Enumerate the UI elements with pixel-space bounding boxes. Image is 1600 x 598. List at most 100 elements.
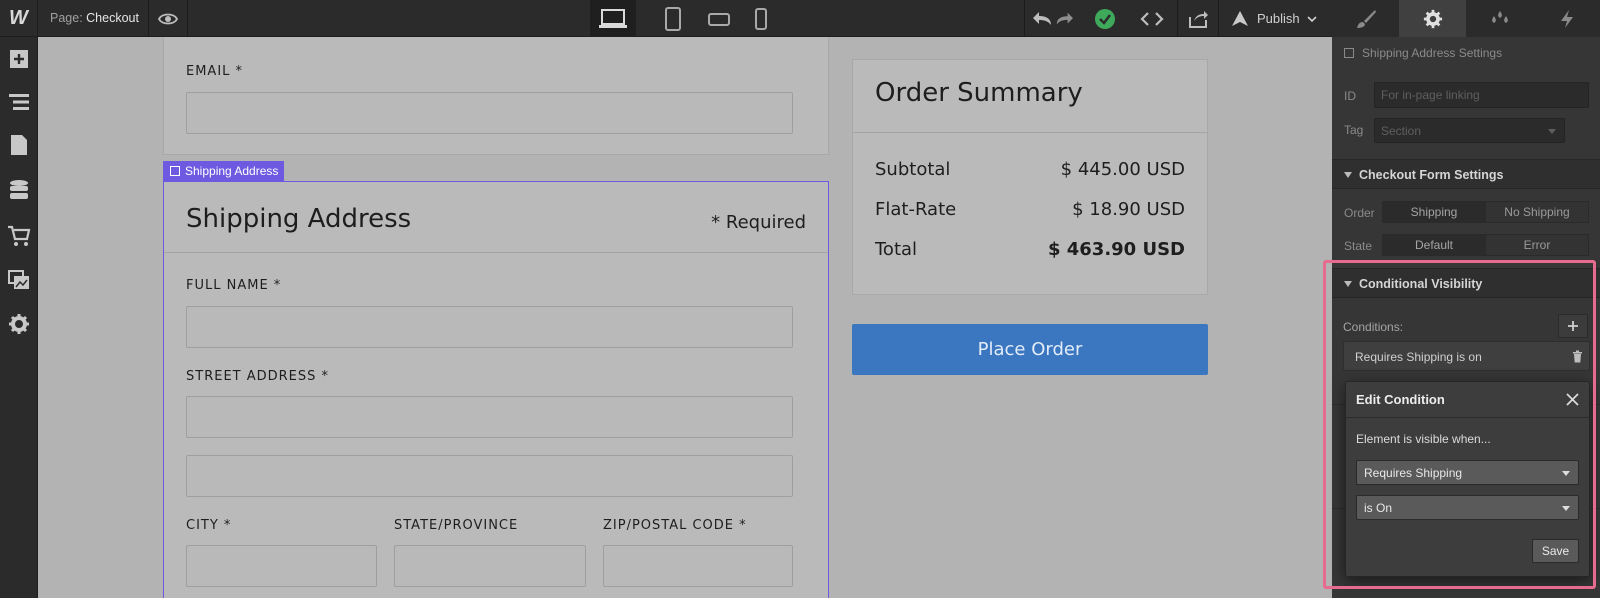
- tab-lightning[interactable]: [1533, 0, 1600, 37]
- condition-item[interactable]: Requires Shipping is on: [1343, 341, 1590, 371]
- undo-icon[interactable]: [1031, 0, 1055, 37]
- collapse-triangle-icon: [1344, 281, 1352, 287]
- section-icon: [170, 166, 180, 176]
- popup-header: Edit Condition: [1346, 382, 1589, 418]
- condition-field-select[interactable]: Requires Shipping: [1356, 460, 1579, 485]
- divider: [148, 0, 149, 37]
- selection-outline: [163, 181, 829, 598]
- eye-icon[interactable]: [150, 0, 186, 37]
- design-canvas[interactable]: EMAIL * Shipping Address * Required FULL…: [39, 37, 1332, 598]
- email-section[interactable]: EMAIL *: [163, 37, 829, 155]
- edit-condition-popup: Edit Condition Element is visible when..…: [1345, 381, 1590, 577]
- publish-label: Publish: [1257, 11, 1300, 26]
- cms-database-icon[interactable]: [0, 175, 38, 205]
- assets-icon[interactable]: [0, 265, 38, 295]
- order-summary-card[interactable]: Order Summary Subtotal $ 445.00 USD Flat…: [852, 59, 1208, 295]
- tab-interactions[interactable]: [1466, 0, 1533, 37]
- tab-settings[interactable]: [1399, 0, 1466, 37]
- drops-icon: [1491, 10, 1508, 23]
- order-toggle: Shipping No Shipping: [1382, 201, 1589, 223]
- condition-field-value: Requires Shipping: [1364, 466, 1463, 480]
- state-label: State: [1344, 239, 1373, 253]
- ecommerce-cart-icon[interactable]: [0, 221, 38, 251]
- page-prefix: Page:: [50, 11, 83, 25]
- conditional-visibility-header[interactable]: Conditional Visibility: [1332, 268, 1600, 298]
- brush-icon: [1356, 9, 1376, 28]
- conditional-visibility-title: Conditional Visibility: [1359, 277, 1483, 291]
- save-button[interactable]: Save: [1532, 539, 1579, 563]
- checkout-form-settings-title: Checkout Form Settings: [1359, 168, 1504, 182]
- navigator-icon[interactable]: [0, 87, 38, 117]
- tag-label: Tag: [1344, 123, 1364, 137]
- state-option-error[interactable]: Error: [1485, 235, 1588, 255]
- email-field[interactable]: [186, 92, 793, 134]
- divider: [187, 0, 188, 37]
- tag-select[interactable]: Section: [1374, 118, 1565, 143]
- page-name: Checkout: [86, 11, 139, 25]
- trash-icon[interactable]: [1572, 350, 1583, 363]
- state-toggle: Default Error: [1382, 234, 1589, 256]
- checkout-form-settings-header[interactable]: Checkout Form Settings: [1332, 159, 1600, 189]
- page-selector[interactable]: Page: Checkout: [50, 11, 139, 25]
- condition-operator-select[interactable]: is On: [1356, 495, 1579, 520]
- email-label: EMAIL *: [186, 64, 244, 79]
- selection-tag[interactable]: Shipping Address: [163, 161, 285, 181]
- panel-tabs: [1332, 0, 1600, 37]
- chevron-down-icon: [1548, 129, 1556, 134]
- flat-rate-label: Flat-Rate: [875, 199, 957, 220]
- mobile-landscape-view-icon[interactable]: [696, 0, 742, 37]
- webflow-designer: W Page: Checkout Publish EMAIL * Shippin…: [0, 0, 1600, 598]
- gear-icon: [1423, 9, 1442, 28]
- publish-button[interactable]: Publish: [1257, 11, 1317, 26]
- order-summary-title: Order Summary: [875, 78, 1083, 108]
- publish-rocket-icon[interactable]: [1229, 0, 1251, 37]
- chevron-down-icon: [1307, 16, 1317, 23]
- export-icon[interactable]: [1184, 0, 1212, 37]
- divider: [1218, 0, 1219, 37]
- subtotal-value: $ 445.00 USD: [1060, 159, 1185, 180]
- popup-subtitle: Element is visible when...: [1356, 432, 1491, 446]
- total-label: Total: [875, 239, 918, 260]
- desktop-view-icon[interactable]: [590, 0, 636, 37]
- top-toolbar: W Page: Checkout Publish: [0, 0, 1332, 37]
- add-elements-icon[interactable]: [0, 44, 38, 74]
- tag-select-value: Section: [1381, 124, 1422, 138]
- section-checkbox-icon: [1344, 48, 1354, 58]
- condition-text: Requires Shipping is on: [1355, 350, 1482, 364]
- tab-style[interactable]: [1332, 0, 1399, 37]
- chevron-down-icon: [1562, 471, 1570, 476]
- subtotal-label: Subtotal: [875, 159, 951, 180]
- section-settings-title: Shipping Address Settings: [1362, 46, 1503, 60]
- plus-icon: [1568, 321, 1578, 331]
- selection-tag-label: Shipping Address: [185, 164, 279, 178]
- redo-icon[interactable]: [1053, 0, 1075, 37]
- add-condition-button[interactable]: [1558, 314, 1588, 338]
- pages-icon[interactable]: [0, 130, 38, 160]
- id-label: ID: [1344, 89, 1356, 103]
- order-label: Order: [1344, 206, 1375, 220]
- divider: [853, 132, 1207, 133]
- order-option-no-shipping[interactable]: No Shipping: [1485, 202, 1588, 222]
- chevron-down-icon: [1562, 506, 1570, 511]
- id-input[interactable]: For in-page linking: [1374, 82, 1589, 108]
- left-sidebar: [0, 37, 38, 598]
- webflow-logo[interactable]: W: [0, 0, 38, 37]
- divider: [1177, 0, 1178, 37]
- divider: [1024, 0, 1025, 37]
- popup-title: Edit Condition: [1356, 392, 1445, 407]
- order-option-shipping[interactable]: Shipping: [1383, 202, 1485, 222]
- mobile-portrait-view-icon[interactable]: [738, 0, 784, 37]
- conditions-label: Conditions:: [1343, 320, 1404, 334]
- place-order-button[interactable]: Place Order: [852, 324, 1208, 375]
- total-value: $ 463.90 USD: [1047, 239, 1185, 260]
- tablet-view-icon[interactable]: [650, 0, 696, 37]
- close-icon[interactable]: [1566, 393, 1579, 406]
- state-option-default[interactable]: Default: [1383, 235, 1485, 255]
- code-icon[interactable]: [1137, 0, 1167, 37]
- settings-gear-icon[interactable]: [0, 309, 38, 339]
- lightning-icon: [1560, 9, 1573, 28]
- collapse-triangle-icon: [1344, 172, 1352, 178]
- flat-rate-value: $ 18.90 USD: [1072, 199, 1185, 220]
- check-circle-icon[interactable]: [1092, 0, 1118, 37]
- condition-operator-value: is On: [1364, 501, 1393, 515]
